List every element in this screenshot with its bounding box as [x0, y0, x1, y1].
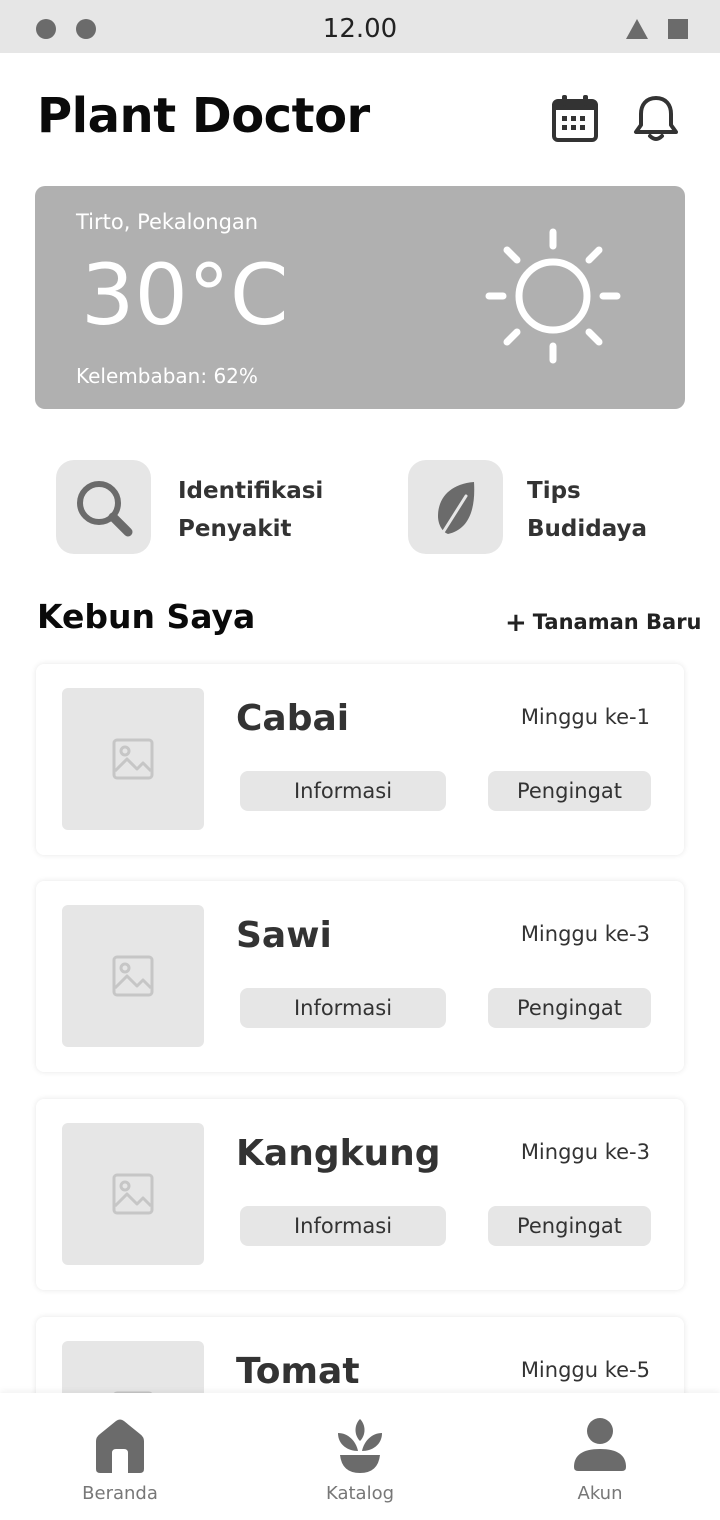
plant-card[interactable]: Cabai Minggu ke-1 Informasi Pengingat — [36, 664, 684, 855]
nav-label: Akun — [577, 1483, 623, 1504]
identify-disease-button[interactable] — [56, 460, 151, 554]
status-time: 12.00 — [322, 14, 398, 44]
calendar-icon[interactable] — [549, 92, 601, 144]
user-icon — [574, 1418, 626, 1471]
cultivation-tips-label[interactable]: Tips Budidaya — [527, 472, 647, 548]
plant-week: Minggu ke-3 — [520, 1140, 650, 1164]
plant-week: Minggu ke-1 — [520, 705, 650, 729]
info-button[interactable]: Informasi — [240, 1206, 446, 1246]
weather-location: Tirto, Pekalongan — [76, 210, 259, 234]
nav-item-katalog[interactable]: Katalog — [240, 1393, 480, 1520]
plant-card[interactable]: Sawi Minggu ke-3 Informasi Pengingat — [36, 881, 684, 1072]
plant-icon — [338, 1419, 382, 1473]
plant-week: Minggu ke-5 — [520, 1358, 650, 1382]
plant-image — [62, 1123, 204, 1265]
nav-label: Katalog — [325, 1483, 395, 1504]
plant-name: Tomat — [236, 1351, 360, 1392]
signal-icon — [626, 19, 648, 39]
battery-icon — [668, 19, 688, 39]
plant-image — [62, 905, 204, 1047]
bottom-nav: Beranda Katalog Akun — [0, 1393, 720, 1520]
plant-name: Cabai — [236, 698, 350, 739]
leaf-icon — [438, 482, 475, 536]
nav-item-akun[interactable]: Akun — [480, 1393, 720, 1520]
add-plant-label: Tanaman Baru — [532, 610, 702, 634]
status-bar: 12.00 — [0, 0, 720, 53]
plant-week: Minggu ke-3 — [520, 922, 650, 946]
weather-card: Tirto, Pekalongan 30°C Kelembaban: 62% — [35, 186, 685, 409]
plant-name: Kangkung — [236, 1133, 441, 1174]
search-icon — [77, 481, 133, 537]
info-button[interactable]: Informasi — [240, 988, 446, 1028]
reminder-button[interactable]: Pengingat — [488, 1206, 651, 1246]
cultivation-tips-button[interactable] — [408, 460, 503, 554]
plant-name: Sawi — [236, 915, 332, 956]
app-title: Plant Doctor — [37, 88, 370, 144]
home-icon — [96, 1419, 144, 1473]
weather-temperature: 30°C — [81, 246, 289, 344]
nav-label: Beranda — [82, 1483, 158, 1504]
add-plant-button[interactable]: + Tanaman Baru — [505, 608, 702, 638]
weather-humidity: Kelembaban: 62% — [76, 364, 258, 388]
sun-icon — [481, 224, 625, 368]
plus-icon: + — [505, 608, 527, 638]
plant-card[interactable]: Kangkung Minggu ke-3 Informasi Pengingat — [36, 1099, 684, 1290]
reminder-button[interactable]: Pengingat — [488, 771, 651, 811]
reminder-button[interactable]: Pengingat — [488, 988, 651, 1028]
info-button[interactable]: Informasi — [240, 771, 446, 811]
plant-image — [62, 688, 204, 830]
bell-icon[interactable] — [630, 92, 682, 144]
garden-section-title: Kebun Saya — [37, 597, 256, 636]
nav-item-beranda[interactable]: Beranda — [0, 1393, 240, 1520]
identify-disease-label[interactable]: Identifikasi Penyakit — [178, 472, 323, 548]
